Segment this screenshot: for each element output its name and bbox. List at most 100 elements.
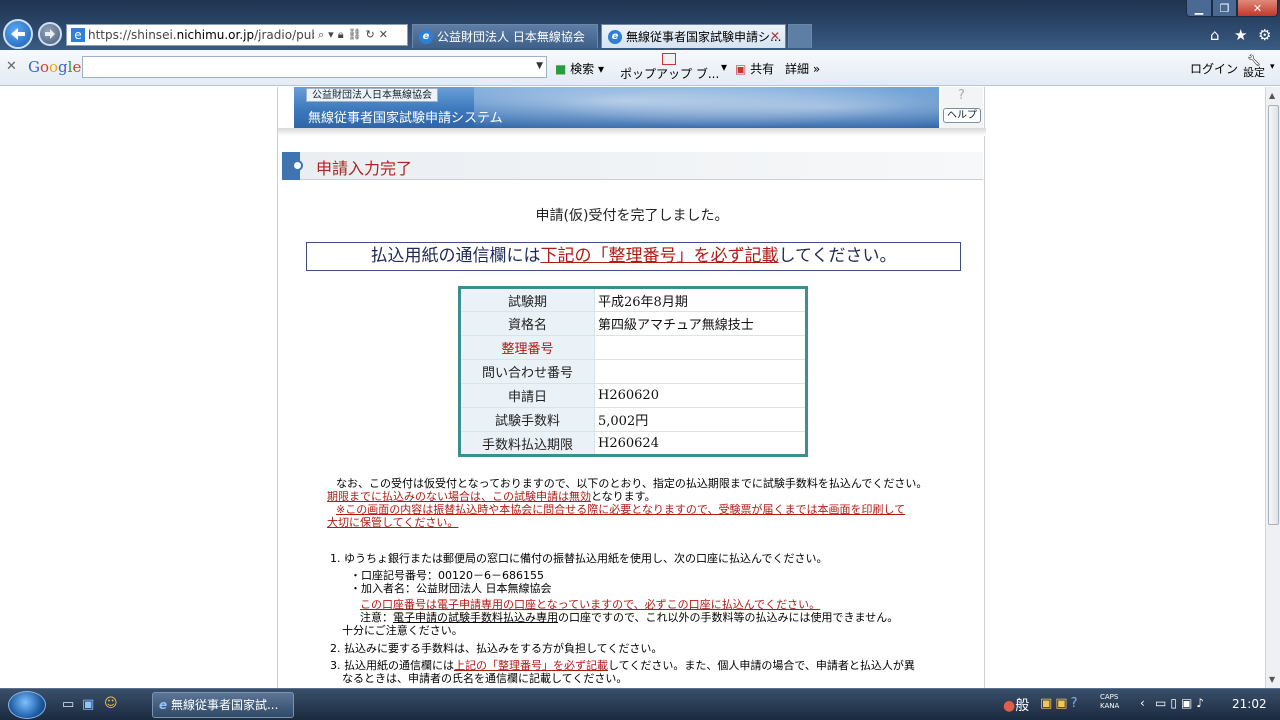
ie-quicklaunch-icon[interactable]: ▣ — [82, 697, 94, 712]
reference-number-value — [594, 335, 807, 360]
more-button[interactable]: 詳細 » — [785, 60, 820, 77]
table-row: 手数料払込期限 H260624 — [459, 431, 807, 456]
popup-blocker-button[interactable]: ポップアップ ブ... — [620, 65, 719, 82]
minimize-button[interactable]: ▁ — [1186, 0, 1212, 17]
tray-system-icons[interactable]: ▭▯▣♪ — [1155, 696, 1208, 710]
note-print-line1: ※この画面の内容は振替払込時や本協会に問合せる際に必要となりますので、受験票が届… — [336, 503, 906, 516]
google-g-icon: ■ — [555, 62, 567, 76]
caution-underlined: 電子申請の試験手数料払込み専用 — [393, 611, 558, 624]
section-header: 申請入力完了 — [282, 152, 983, 180]
tab-nichimu-home[interactable]: e 公益財団法人 日本無線協会 — [412, 24, 598, 48]
close-window-button[interactable]: ✕ — [1237, 0, 1278, 17]
organization-label: 公益財団法人日本無線協会 — [306, 88, 438, 102]
instruction-item-1: 1. ゆうちょ銀行または郵便局の窓口に備付の振替払込用紙を使用し、次の口座に払込… — [330, 552, 828, 565]
vertical-scrollbar[interactable]: ▲ ▼ — [1265, 87, 1280, 688]
instruction-item-3: 3. 払込用紙の通信欄には上記の「整理番号」を必ず記載してください。また、個人申… — [330, 659, 915, 672]
payment-notice-box: 払込用紙の通信欄には下記の「整理番号」を必ず記載してください。 — [306, 242, 961, 271]
ie-page-icon: e — [71, 28, 85, 42]
header-shadow — [278, 128, 986, 136]
chevron-down-icon[interactable]: ▼ — [536, 61, 543, 71]
notice-emphasis: 下記の「整理番号」を必ず記載 — [540, 246, 779, 266]
ie-tab-icon: e — [419, 29, 433, 44]
scroll-up-icon[interactable]: ▲ — [1269, 91, 1275, 100]
address-url[interactable]: https://shinsei.nichimu.or.jp/jradio/pub… — [88, 28, 314, 42]
table-row: 資格名 第四級アマチュア無線技士 — [459, 311, 807, 336]
start-button[interactable] — [8, 691, 46, 719]
close-tab-icon[interactable]: ✕ — [770, 29, 780, 43]
instruction-item-2: 2. 払込みに要する手数料は、払込みをする方が負担してください。 — [330, 642, 663, 655]
tools-gear-icon[interactable]: ⚙ — [1258, 26, 1271, 44]
restore-button[interactable]: ❐ — [1212, 0, 1237, 17]
refresh-icon[interactable]: ↻ — [366, 28, 375, 42]
compat-icon[interactable]: ⛓︎ — [348, 28, 362, 42]
caps-indicator: CAPS KANA — [1100, 693, 1120, 710]
google-search-button[interactable]: ■ 検索 ▾ — [555, 60, 604, 77]
note-deadline-warning: 期限までに払込みのない場合は、この試験申請は無効 — [327, 490, 591, 503]
notice-text: 払込用紙の通信欄には — [370, 246, 541, 266]
share-button[interactable]: ▣ 共有 — [735, 60, 774, 77]
show-hidden-icons[interactable]: ‹ — [1140, 696, 1145, 710]
forward-arrow-icon — [45, 29, 55, 39]
instruction-item-3-line2: なるときは、申請者の氏名を通信欄に記載してください。 — [342, 672, 628, 685]
caution-rest: の口座ですので、これ以外の手数料等の払込みには使用できません。 — [558, 611, 899, 624]
close-toolbar-icon[interactable]: ✕ — [6, 59, 17, 74]
browser-tab-bar: e https://shinsei.nichimu.or.jp/jradio/p… — [0, 0, 1280, 50]
messenger-icon[interactable]: ☺ — [104, 696, 118, 711]
home-icon[interactable]: ⌂ — [1210, 26, 1220, 44]
back-arrow-icon — [11, 28, 25, 40]
stop-icon[interactable]: ✕ — [379, 28, 388, 42]
note-deadline: 期限までに払込みのない場合は、この試験申請は無効となります。 — [327, 490, 656, 503]
forward-button[interactable] — [38, 22, 62, 46]
row-label: 手数料払込期限 — [459, 431, 595, 456]
account-holder: ・加入者名：公益財団法人 日本無線協会 — [350, 582, 552, 595]
popup-dropdown-icon[interactable]: ▾ — [721, 60, 727, 74]
page-content: 公益財団法人日本無線協会 無線従事者国家試験申請システム ? ヘルプ 申請入力完… — [277, 87, 986, 688]
question-mark-icon: ? — [958, 88, 965, 103]
account-warning: この口座番号は電子申請専用の口座となっていますので、必ずこの口座に払込んでくださ… — [360, 598, 821, 611]
show-desktop-icon[interactable]: ▭ — [62, 697, 74, 712]
back-button[interactable] — [3, 19, 33, 49]
row-value: 平成26年8月期 — [594, 287, 807, 312]
tab-exam-application[interactable]: e 無線従事者国家試験申請シ... ✕ — [601, 24, 786, 48]
settings-dropdown-icon[interactable]: ▾ — [1270, 62, 1275, 72]
new-tab-button[interactable] — [788, 24, 812, 48]
scroll-down-icon[interactable]: ▼ — [1269, 675, 1275, 684]
google-logo[interactable]: Google — [28, 58, 81, 76]
search-icon[interactable]: ⌕ — [318, 28, 324, 42]
item3-rest: してください。また、個人申請の場合で、申請者と払込人が異 — [608, 659, 915, 672]
table-row: 整理番号 — [459, 335, 807, 360]
table-row: 試験期 平成26年8月期 — [459, 287, 807, 312]
lock-icon[interactable]: 🔒︎ — [338, 28, 344, 42]
ime-icon[interactable]: ●般 — [1003, 695, 1029, 715]
tab-label: 公益財団法人 日本無線協会 — [437, 30, 585, 44]
favorites-star-icon[interactable]: ★ — [1234, 26, 1247, 44]
address-bar[interactable]: e https://shinsei.nichimu.or.jp/jradio/p… — [66, 24, 408, 46]
note-provisional: なお、この受付は仮受付となっておりますので、以下のとおり、指定の払込期限までに試… — [336, 477, 928, 490]
settings-button[interactable]: 🔧︎ 設定 — [1243, 55, 1265, 79]
dropdown-icon[interactable]: ▾ — [328, 28, 334, 42]
table-row: 申請日 H260620 — [459, 383, 807, 408]
share-icon: ▣ — [735, 62, 747, 76]
caution-line1: 注意：電子申請の試験手数料払込み専用の口座ですので、これ以外の手数料等の払込みに… — [360, 611, 898, 624]
system-title: 無線従事者国家試験申請システム — [308, 111, 503, 126]
row-label: 資格名 — [459, 311, 595, 336]
taskbar-button-browser[interactable]: e 無線従事者国家試... — [152, 692, 294, 718]
row-value: H260624 — [594, 431, 807, 456]
row-label: 申請日 — [459, 383, 595, 408]
help-button[interactable]: ヘルプ — [943, 108, 981, 123]
scrollbar-thumb[interactable] — [1268, 105, 1279, 525]
table-row: 試験手数料 5,002円 — [459, 407, 807, 432]
note-deadline-rest: となります。 — [591, 490, 656, 503]
application-info-table: 試験期 平成26年8月期 資格名 第四級アマチュア無線技士 整理番号 問い合わせ番号… — [458, 286, 808, 457]
account-number: ・口座記号番号：00120－6－686155 — [350, 569, 544, 582]
item3-prefix: 3. 払込用紙の通信欄には — [330, 659, 454, 672]
page-title: 申請入力完了 — [316, 159, 413, 178]
google-search-input[interactable]: ▼ — [82, 56, 547, 78]
popup-blocker-icon — [662, 53, 676, 65]
login-button[interactable]: ログイン — [1190, 60, 1238, 77]
help-area: ? ヘルプ — [941, 87, 983, 128]
tab-label: 無線従事者国家試験申請シ... — [626, 30, 782, 44]
tray-icons[interactable]: ▣▣? — [1040, 696, 1080, 711]
url-domain: nichimu.or.jp — [176, 28, 255, 42]
clock[interactable]: 21:02 — [1232, 697, 1267, 711]
